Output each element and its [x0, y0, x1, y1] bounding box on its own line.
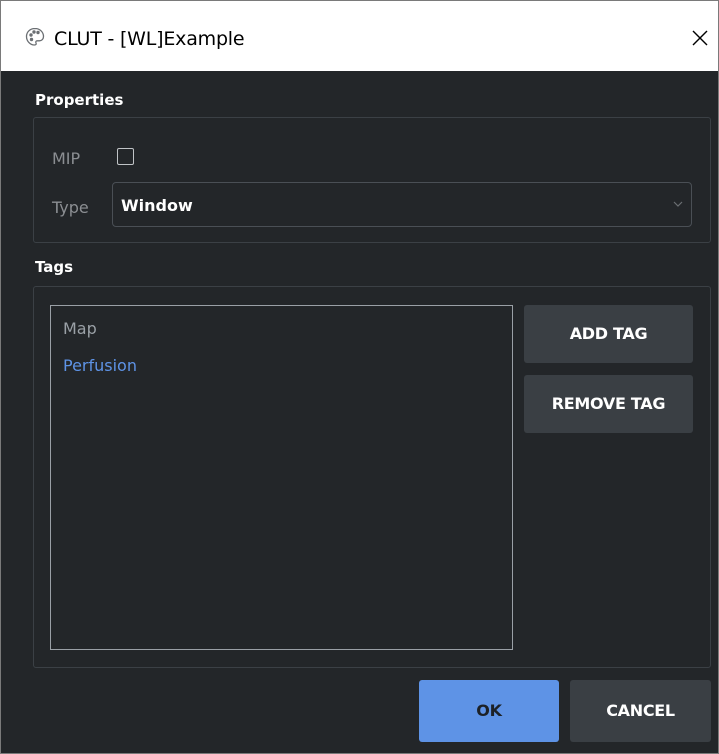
- ok-button[interactable]: OK: [419, 680, 559, 742]
- type-select[interactable]: Window: [112, 182, 692, 227]
- tags-heading: Tags: [35, 258, 74, 276]
- tag-list[interactable]: Map Perfusion: [50, 305, 513, 650]
- palette-icon: [25, 27, 45, 46]
- add-tag-button[interactable]: ADD TAG: [524, 305, 693, 363]
- window-title: CLUT - [WL]Example: [54, 28, 245, 50]
- properties-heading: Properties: [35, 91, 124, 109]
- dialog-content: Properties MIP Type Window Tags Map Perf…: [1, 71, 718, 753]
- remove-tag-button[interactable]: REMOVE TAG: [524, 375, 693, 433]
- type-label: Type: [52, 198, 89, 217]
- title-bar: CLUT - [WL]Example: [1, 1, 718, 71]
- type-select-value: Window: [121, 196, 193, 215]
- mip-label: MIP: [52, 149, 81, 168]
- cancel-button[interactable]: CANCEL: [570, 680, 711, 742]
- chevron-down-icon: [673, 201, 683, 207]
- tag-item-perfusion[interactable]: Perfusion: [63, 356, 137, 375]
- clut-dialog: CLUT - [WL]Example Properties MIP Type W…: [0, 0, 719, 754]
- close-icon[interactable]: [685, 21, 715, 55]
- mip-checkbox[interactable]: [117, 148, 134, 165]
- tag-item-map[interactable]: Map: [63, 319, 97, 338]
